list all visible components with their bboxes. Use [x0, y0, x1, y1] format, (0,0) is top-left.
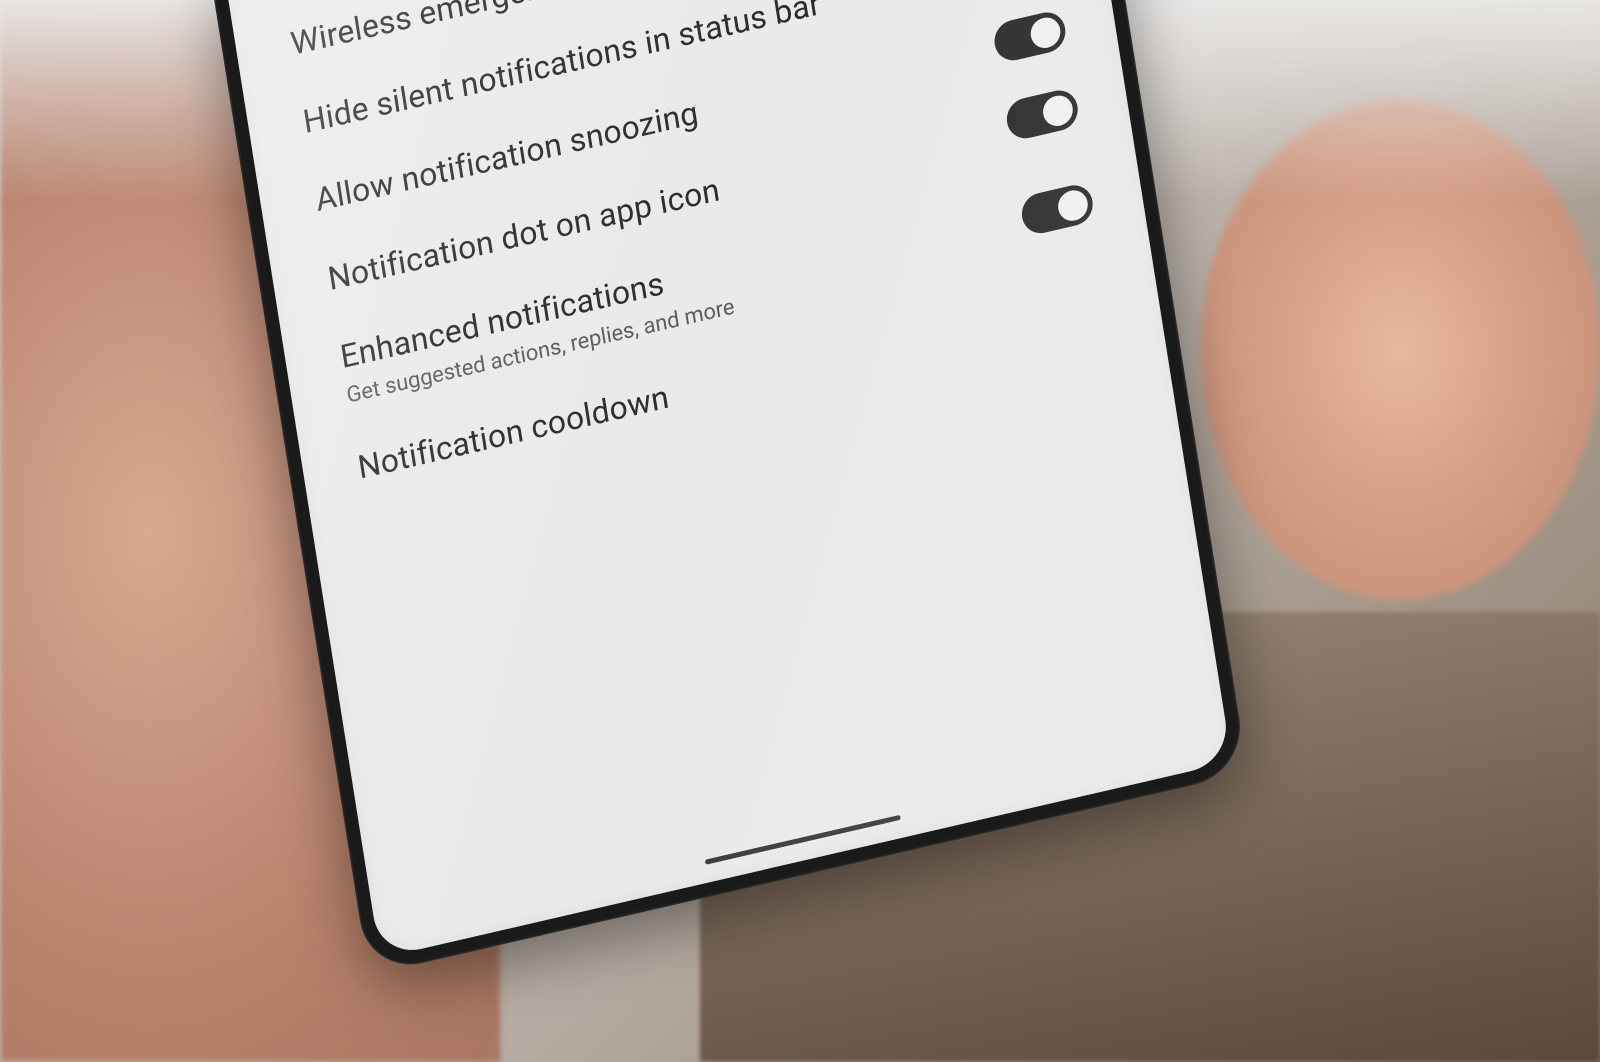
- navigation-handle[interactable]: [705, 815, 901, 865]
- toggle-thumb: [1029, 15, 1063, 51]
- settings-list[interactable]: Wireless emergency alerts Hide silent no…: [228, 0, 1162, 520]
- toggle-thumb: [1041, 93, 1075, 129]
- toggle-enhanced-notifications[interactable]: [1019, 181, 1096, 237]
- toggle-allow-snoozing[interactable]: [992, 8, 1069, 64]
- toggle-notification-dot[interactable]: [1004, 87, 1081, 143]
- toggle-thumb: [1056, 187, 1090, 223]
